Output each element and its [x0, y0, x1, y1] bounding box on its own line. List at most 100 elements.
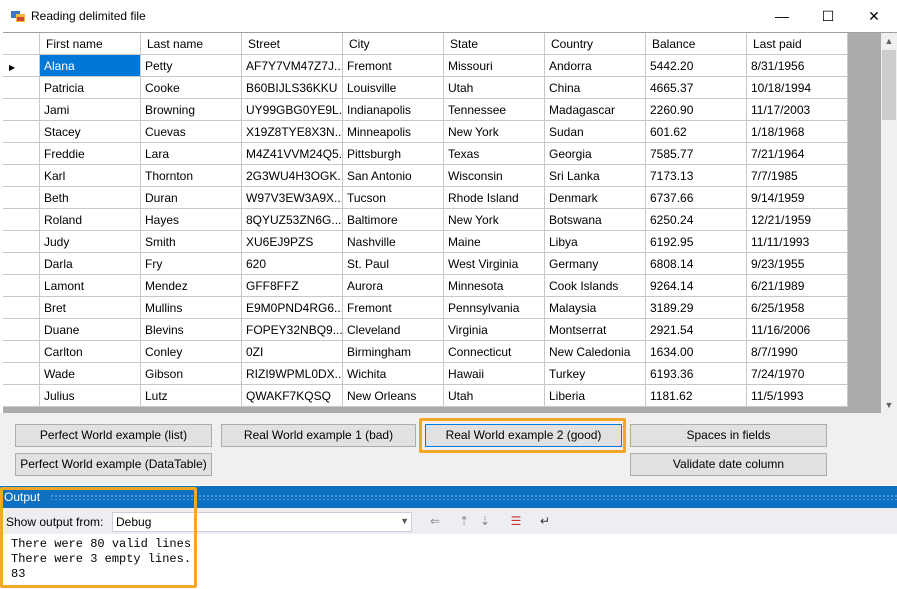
grid-cell[interactable]: Beth: [39, 186, 141, 209]
validate-date-column-button[interactable]: Validate date column: [630, 453, 827, 476]
grid-cell[interactable]: 9/23/1955: [746, 252, 848, 275]
grid-cell[interactable]: Andorra: [544, 54, 646, 77]
perfect-world-list-button[interactable]: Perfect World example (list): [15, 424, 212, 447]
data-grid[interactable]: First name Last name Street City State C…: [3, 32, 897, 414]
grid-cell[interactable]: 3189.29: [645, 296, 747, 319]
grid-cell[interactable]: Pennsylvania: [443, 296, 545, 319]
grid-cell[interactable]: Darla: [39, 252, 141, 275]
table-row[interactable]: Bret Mullins E9M0PND4RG6... Fremont Pennsylv…: [3, 296, 848, 319]
grid-cell[interactable]: Utah: [443, 76, 545, 99]
grid-cell[interactable]: Carlton: [39, 340, 141, 363]
grid-cell[interactable]: New Orleans: [342, 384, 444, 407]
clear-all-icon[interactable]: ☰: [508, 513, 524, 529]
grid-cell[interactable]: 8/31/1956: [746, 54, 848, 77]
grid-cell[interactable]: Lamont: [39, 274, 141, 297]
grid-cell[interactable]: Rhode Island: [443, 186, 545, 209]
grid-cell[interactable]: New York: [443, 120, 545, 143]
grid-cell[interactable]: Tennessee: [443, 98, 545, 121]
grid-cell[interactable]: Tucson: [342, 186, 444, 209]
table-row[interactable]: Freddie Lara M4Z41VVM24Q5... Pittsburgh Texa…: [3, 142, 848, 165]
grid-cell[interactable]: Jami: [39, 98, 141, 121]
previous-message-icon[interactable]: ⇡: [456, 513, 472, 529]
grid-cell[interactable]: Birmingham: [342, 340, 444, 363]
grid-cell[interactable]: Bret: [39, 296, 141, 319]
row-header[interactable]: [3, 340, 40, 363]
grid-cell[interactable]: XU6EJ9PZS: [241, 230, 343, 253]
grid-cell[interactable]: Fremont: [342, 296, 444, 319]
grid-cell[interactable]: 2G3WU4H3OGK...: [241, 164, 343, 187]
go-to-line-icon[interactable]: ⇐: [427, 513, 443, 529]
grid-cell[interactable]: West Virginia: [443, 252, 545, 275]
grid-cell[interactable]: Julius: [39, 384, 141, 407]
row-header[interactable]: [3, 296, 40, 319]
grid-cell[interactable]: Patricia: [39, 76, 141, 99]
grid-cell[interactable]: Missouri: [443, 54, 545, 77]
grid-cell[interactable]: Smith: [140, 230, 242, 253]
grid-cell[interactable]: Blevins: [140, 318, 242, 341]
row-header[interactable]: [3, 208, 40, 231]
row-header[interactable]: [3, 186, 40, 209]
minimize-button[interactable]: —: [759, 0, 805, 32]
grid-cell[interactable]: 0ZI: [241, 340, 343, 363]
grid-cell[interactable]: Duran: [140, 186, 242, 209]
grid-cell[interactable]: Denmark: [544, 186, 646, 209]
perfect-world-datatable-button[interactable]: Perfect World example (DataTable): [15, 453, 212, 476]
row-header[interactable]: [3, 230, 40, 253]
grid-cell[interactable]: Karl: [39, 164, 141, 187]
grid-cell[interactable]: China: [544, 76, 646, 99]
grid-cell[interactable]: Alana: [39, 54, 141, 77]
column-header[interactable]: State: [443, 33, 545, 55]
grid-cell[interactable]: M4Z41VVM24Q5...: [241, 142, 343, 165]
grid-cell[interactable]: X19Z8TYE8X3N...: [241, 120, 343, 143]
grid-cell[interactable]: 7/24/1970: [746, 362, 848, 385]
grid-cell[interactable]: 1181.62: [645, 384, 747, 407]
grid-cell[interactable]: Indianapolis: [342, 98, 444, 121]
grid-cell[interactable]: 11/16/2006: [746, 318, 848, 341]
grid-cell[interactable]: New Caledonia: [544, 340, 646, 363]
column-header[interactable]: Balance: [645, 33, 747, 55]
word-wrap-icon[interactable]: ↵: [537, 513, 553, 529]
next-message-icon[interactable]: ⇣: [477, 513, 493, 529]
grid-cell[interactable]: Baltimore: [342, 208, 444, 231]
grid-cell[interactable]: 12/21/1959: [746, 208, 848, 231]
grid-cell[interactable]: Cuevas: [140, 120, 242, 143]
grid-cell[interactable]: 11/5/1993: [746, 384, 848, 407]
table-row[interactable]: Wade Gibson RIZI9WPML0DX... Wichita Hawaii Tu…: [3, 362, 848, 385]
grid-cell[interactable]: 2260.90: [645, 98, 747, 121]
grid-cell[interactable]: Wisconsin: [443, 164, 545, 187]
grid-cell[interactable]: 4665.37: [645, 76, 747, 99]
table-row[interactable]: Karl Thornton 2G3WU4H3OGK... San Antonio Wis…: [3, 164, 848, 187]
grid-cell[interactable]: Louisville: [342, 76, 444, 99]
row-header[interactable]: [3, 142, 40, 165]
row-header[interactable]: [3, 76, 40, 99]
row-header[interactable]: [3, 274, 40, 297]
grid-cell[interactable]: Cleveland: [342, 318, 444, 341]
row-header[interactable]: [3, 362, 40, 385]
grid-cell[interactable]: 5442.20: [645, 54, 747, 77]
column-header[interactable]: Last name: [140, 33, 242, 55]
grid-cell[interactable]: Libya: [544, 230, 646, 253]
grid-cell[interactable]: Utah: [443, 384, 545, 407]
grid-cell[interactable]: GFF8FFZ: [241, 274, 343, 297]
grid-cell[interactable]: 9264.14: [645, 274, 747, 297]
grid-cell[interactable]: San Antonio: [342, 164, 444, 187]
grid-cell[interactable]: 7173.13: [645, 164, 747, 187]
grid-cell[interactable]: Minneapolis: [342, 120, 444, 143]
table-row[interactable]: Lamont Mendez GFF8FFZ Aurora Minnesota Cook I…: [3, 274, 848, 297]
grid-vertical-scrollbar[interactable]: ▲ ▼: [881, 33, 897, 414]
grid-cell[interactable]: 1634.00: [645, 340, 747, 363]
scroll-up-icon[interactable]: ▲: [881, 33, 897, 50]
grid-cell[interactable]: Turkey: [544, 362, 646, 385]
grid-cell[interactable]: 11/17/2003: [746, 98, 848, 121]
grid-cell[interactable]: Duane: [39, 318, 141, 341]
grid-cell[interactable]: 2921.54: [645, 318, 747, 341]
spaces-in-fields-button[interactable]: Spaces in fields: [630, 424, 827, 447]
grid-cell[interactable]: Pittsburgh: [342, 142, 444, 165]
grid-cell[interactable]: 620: [241, 252, 343, 275]
grid-cell[interactable]: 11/11/1993: [746, 230, 848, 253]
grid-cell[interactable]: 7/21/1964: [746, 142, 848, 165]
grid-cell[interactable]: 601.62: [645, 120, 747, 143]
grid-cell[interactable]: Gibson: [140, 362, 242, 385]
grid-cell[interactable]: Freddie: [39, 142, 141, 165]
scroll-down-icon[interactable]: ▼: [881, 397, 897, 414]
